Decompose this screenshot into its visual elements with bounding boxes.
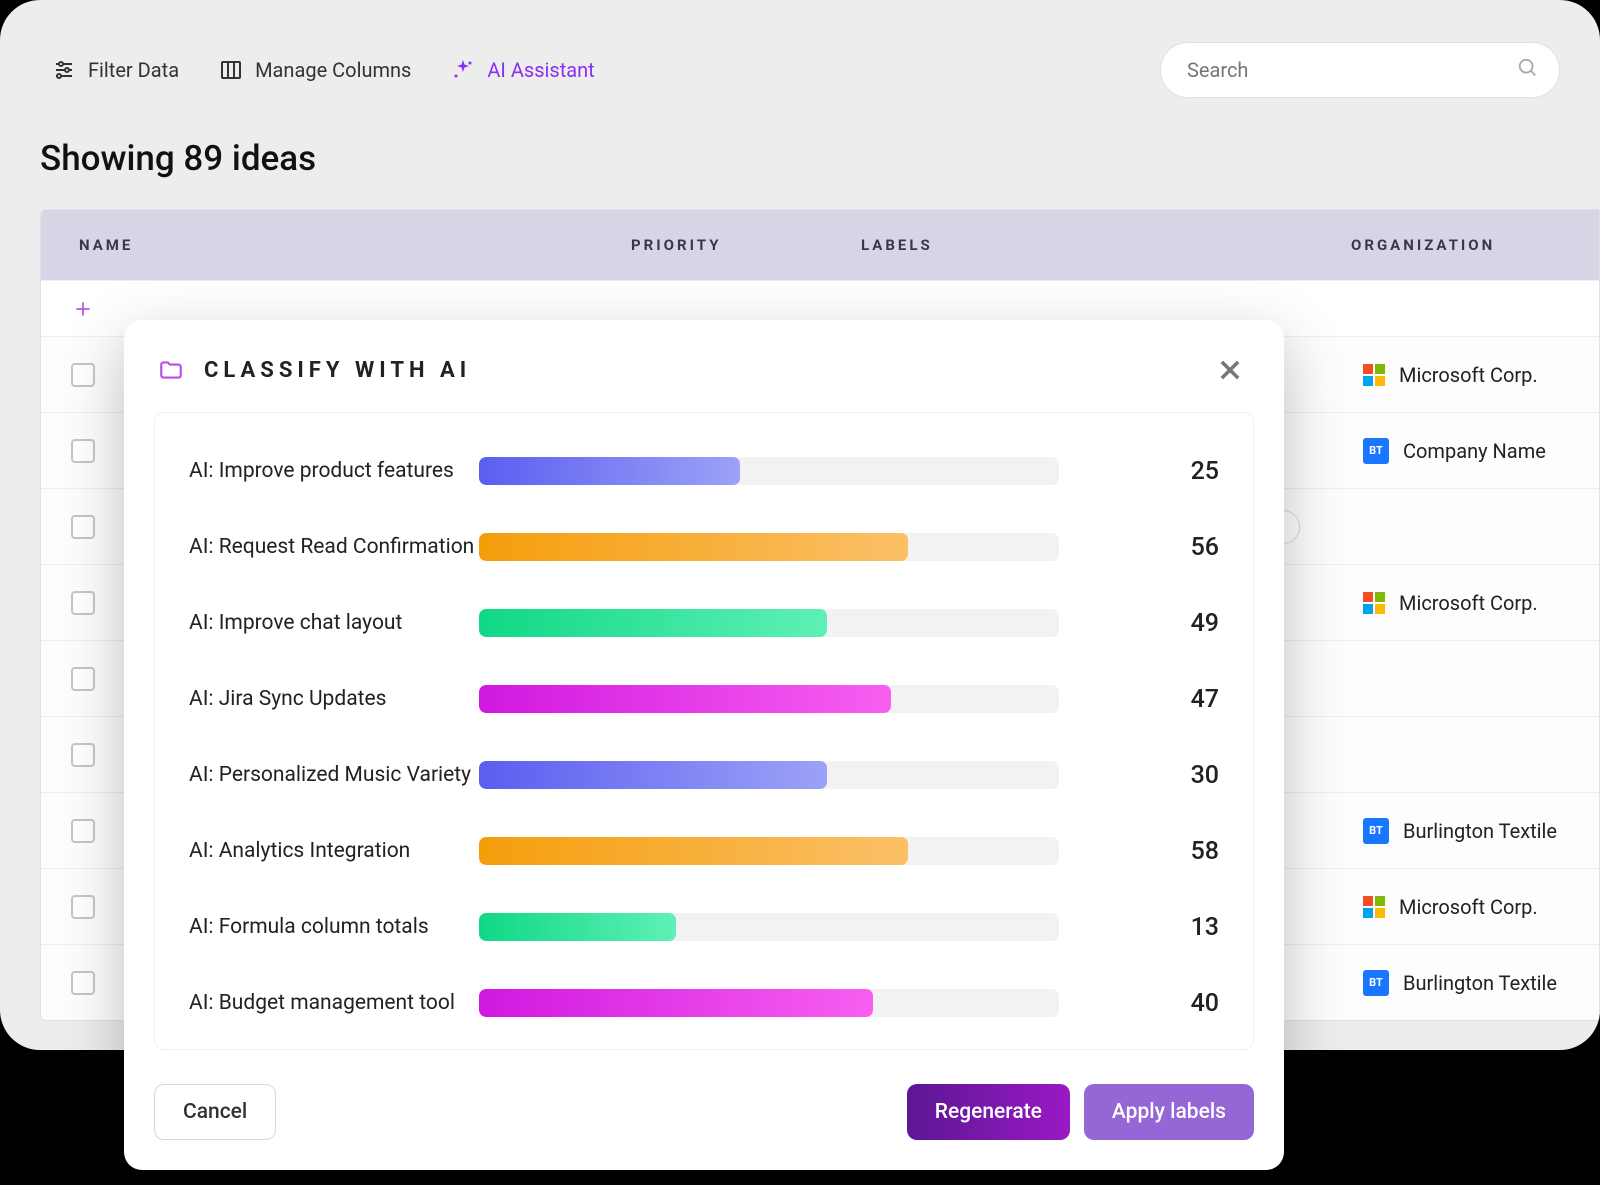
org-name: Company Name — [1403, 439, 1546, 463]
microsoft-icon — [1363, 592, 1385, 614]
modal-title: CLASSIFY WITH AI — [204, 358, 471, 383]
row-checkbox[interactable] — [71, 819, 95, 843]
search-field[interactable] — [1160, 42, 1560, 98]
classification-item[interactable]: AI: Improve chat layout 49 — [155, 585, 1253, 661]
bar-fill — [479, 609, 827, 637]
item-value: 56 — [1059, 533, 1219, 562]
folder-icon — [158, 357, 184, 383]
org-cell[interactable]: BT Burlington Textile — [1363, 818, 1557, 844]
sparkles-icon — [451, 58, 475, 82]
row-checkbox[interactable] — [71, 515, 95, 539]
col-priority[interactable]: PRIORITY — [631, 236, 861, 254]
row-checkbox[interactable] — [71, 971, 95, 995]
col-organization[interactable]: ORGANIZATION — [1351, 236, 1599, 254]
col-name[interactable]: NAME — [41, 236, 631, 254]
org-name: Burlington Textile — [1403, 971, 1557, 995]
bar-track — [479, 533, 1059, 561]
org-name: Microsoft Corp. — [1399, 591, 1538, 615]
search-icon — [1517, 57, 1539, 83]
item-label: AI: Jira Sync Updates — [189, 687, 479, 711]
item-value: 58 — [1059, 837, 1219, 866]
bar-track — [479, 609, 1059, 637]
org-cell[interactable]: BT Burlington Textile — [1363, 970, 1557, 996]
org-name: Microsoft Corp. — [1399, 895, 1538, 919]
bar-fill — [479, 761, 827, 789]
row-checkbox[interactable] — [71, 667, 95, 691]
classification-item[interactable]: AI: Request Read Confirmation 56 — [155, 509, 1253, 585]
org-cell[interactable]: Microsoft Corp. — [1363, 895, 1538, 919]
bar-track — [479, 837, 1059, 865]
columns-icon — [219, 58, 243, 82]
item-value: 49 — [1059, 609, 1219, 638]
item-label: AI: Improve chat layout — [189, 611, 479, 635]
row-checkbox[interactable] — [71, 363, 95, 387]
page-title: Showing 89 ideas — [0, 98, 1600, 209]
classification-item[interactable]: AI: Budget management tool 40 — [155, 965, 1253, 1041]
bar-fill — [479, 533, 908, 561]
item-label: AI: Improve product features — [189, 459, 479, 483]
bar-fill — [479, 989, 873, 1017]
bar-fill — [479, 913, 676, 941]
ai-assistant-button[interactable]: AI Assistant — [451, 58, 594, 82]
modal-footer: Cancel Regenerate Apply labels — [124, 1050, 1284, 1140]
classify-modal: CLASSIFY WITH AI AI: Improve product fea… — [124, 320, 1284, 1170]
bar-track — [479, 457, 1059, 485]
org-cell[interactable]: BT Company Name — [1363, 438, 1546, 464]
plus-icon — [73, 299, 93, 319]
sliders-icon — [52, 58, 76, 82]
bar-fill — [479, 837, 908, 865]
ai-label: AI Assistant — [487, 58, 594, 82]
row-checkbox[interactable] — [71, 895, 95, 919]
row-checkbox[interactable] — [71, 743, 95, 767]
company-badge-icon: BT — [1363, 818, 1389, 844]
bar-track — [479, 685, 1059, 713]
bar-track — [479, 913, 1059, 941]
search-input[interactable] — [1187, 58, 1517, 82]
item-value: 47 — [1059, 685, 1219, 714]
bar-track — [479, 989, 1059, 1017]
classification-item[interactable]: AI: Analytics Integration 58 — [155, 813, 1253, 889]
item-label: AI: Formula column totals — [189, 915, 479, 939]
org-name: Burlington Textile — [1403, 819, 1557, 843]
apply-labels-button[interactable]: Apply labels — [1084, 1084, 1254, 1140]
item-label: AI: Budget management tool — [189, 991, 479, 1015]
bar-fill — [479, 685, 891, 713]
item-label: AI: Analytics Integration — [189, 839, 479, 863]
filter-label: Filter Data — [88, 58, 179, 82]
item-value: 25 — [1059, 457, 1219, 486]
regenerate-button[interactable]: Regenerate — [907, 1084, 1070, 1140]
table-header: NAME PRIORITY LABELS ORGANIZATION — [41, 210, 1599, 280]
org-name: Microsoft Corp. — [1399, 363, 1538, 387]
close-icon[interactable] — [1216, 356, 1244, 384]
toolbar: Filter Data Manage Columns AI Assistant — [0, 0, 1600, 98]
cancel-button[interactable]: Cancel — [154, 1084, 276, 1140]
row-checkbox[interactable] — [71, 591, 95, 615]
bar-track — [479, 761, 1059, 789]
classification-item[interactable]: AI: Improve product features 25 — [155, 433, 1253, 509]
item-label: AI: Personalized Music Variety — [189, 763, 479, 787]
filter-data-button[interactable]: Filter Data — [52, 58, 179, 82]
classification-item[interactable]: AI: Formula column totals 13 — [155, 889, 1253, 965]
classification-item[interactable]: AI: Jira Sync Updates 47 — [155, 661, 1253, 737]
company-badge-icon: BT — [1363, 970, 1389, 996]
col-labels[interactable]: LABELS — [861, 236, 1351, 254]
classification-list: AI: Improve product features 25 AI: Reques… — [154, 412, 1254, 1050]
microsoft-icon — [1363, 896, 1385, 918]
company-badge-icon: BT — [1363, 438, 1389, 464]
classification-item[interactable]: AI: Personalized Music Variety 30 — [155, 737, 1253, 813]
org-cell[interactable]: Microsoft Corp. — [1363, 591, 1538, 615]
org-cell[interactable]: Microsoft Corp. — [1363, 363, 1538, 387]
bar-fill — [479, 457, 740, 485]
item-value: 40 — [1059, 989, 1219, 1018]
manage-columns-button[interactable]: Manage Columns — [219, 58, 411, 82]
microsoft-icon — [1363, 364, 1385, 386]
item-value: 30 — [1059, 761, 1219, 790]
modal-header: CLASSIFY WITH AI — [124, 320, 1284, 412]
row-checkbox[interactable] — [71, 439, 95, 463]
columns-label: Manage Columns — [255, 58, 411, 82]
item-value: 13 — [1059, 913, 1219, 942]
item-label: AI: Request Read Confirmation — [189, 535, 479, 559]
